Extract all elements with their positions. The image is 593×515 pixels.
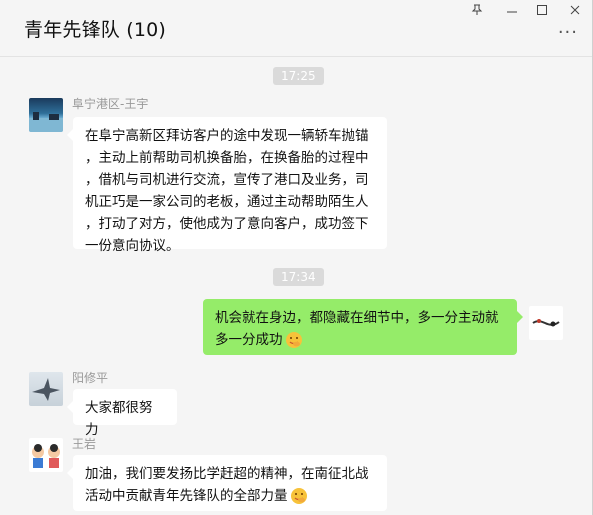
- sender-name: 阳修平: [72, 371, 109, 385]
- timestamp: 17:25: [273, 67, 324, 85]
- harbor-avatar-image: [29, 112, 63, 132]
- more-options-icon[interactable]: ···: [558, 24, 578, 42]
- chat-title[interactable]: 青年先锋队 (10): [24, 15, 166, 42]
- timestamp: 17:34: [273, 268, 324, 286]
- maximize-icon[interactable]: [527, 0, 557, 20]
- minimize-icon[interactable]: [497, 0, 527, 20]
- avatar[interactable]: [29, 438, 63, 472]
- avatar[interactable]: [29, 98, 63, 132]
- avatar[interactable]: [29, 372, 63, 406]
- message-line: 一份意向协议。: [85, 238, 180, 254]
- chat-window: 青年先锋队 (10) ··· 17:25 阜宁港区-王宇 在阜宁高新区拜访客户的…: [0, 0, 593, 515]
- sender-name: 王岩: [72, 437, 97, 451]
- title-bar: 青年先锋队 (10) ···: [0, 0, 592, 57]
- smiling-face-with-hand-over-mouth-emoji: [285, 332, 302, 348]
- message-bubble-self[interactable]: 机会就在身边，都隐藏在细节中，多一分主动就 多一分成功: [203, 299, 523, 355]
- avatar-self[interactable]: [529, 306, 563, 340]
- message-line: ，打动了对方，使他成为了意向客户，成功签下: [85, 216, 369, 232]
- close-icon[interactable]: [560, 0, 590, 20]
- message-line: 加油，我们要发扬比学赶超的精神，在南征北战: [85, 466, 369, 482]
- message-line: 多一分成功: [215, 332, 283, 348]
- sender-name: 阜宁港区-王宇: [72, 97, 149, 111]
- message-line: 机正巧是一家公司的老板，通过主动帮助陌生人: [85, 194, 369, 210]
- message-bubble[interactable]: 加油，我们要发扬比学赶超的精神，在南征北战 活动中贡献青年先锋队的全部力量: [67, 455, 387, 511]
- self-avatar-image: [532, 319, 560, 327]
- message-line: 机会就在身边，都隐藏在细节中，多一分主动就: [215, 310, 499, 326]
- message-line: 活动中贡献青年先锋队的全部力量: [85, 488, 288, 504]
- message-line: 在阜宁高新区拜访客户的途中发现一辆轿车抛锚: [85, 128, 369, 144]
- message-bubble[interactable]: 在阜宁高新区拜访客户的途中发现一辆轿车抛锚 ，主动上前帮助司机换备胎，在换备胎的…: [67, 117, 387, 254]
- jet-avatar-image: [32, 378, 60, 401]
- cartoon-avatar-image: [32, 444, 60, 468]
- message-bubble[interactable]: 大家都很努力: [67, 389, 177, 438]
- pin-icon[interactable]: [462, 0, 492, 20]
- smiling-face-with-hand-over-mouth-emoji: [290, 488, 307, 504]
- message-line: ，主动上前帮助司机换备胎，在换备胎的过程中: [85, 150, 369, 166]
- message-line: ，借机与司机进行交流，宣传了港口及业务，司: [85, 172, 369, 188]
- message-text: 大家都很努力: [85, 400, 153, 438]
